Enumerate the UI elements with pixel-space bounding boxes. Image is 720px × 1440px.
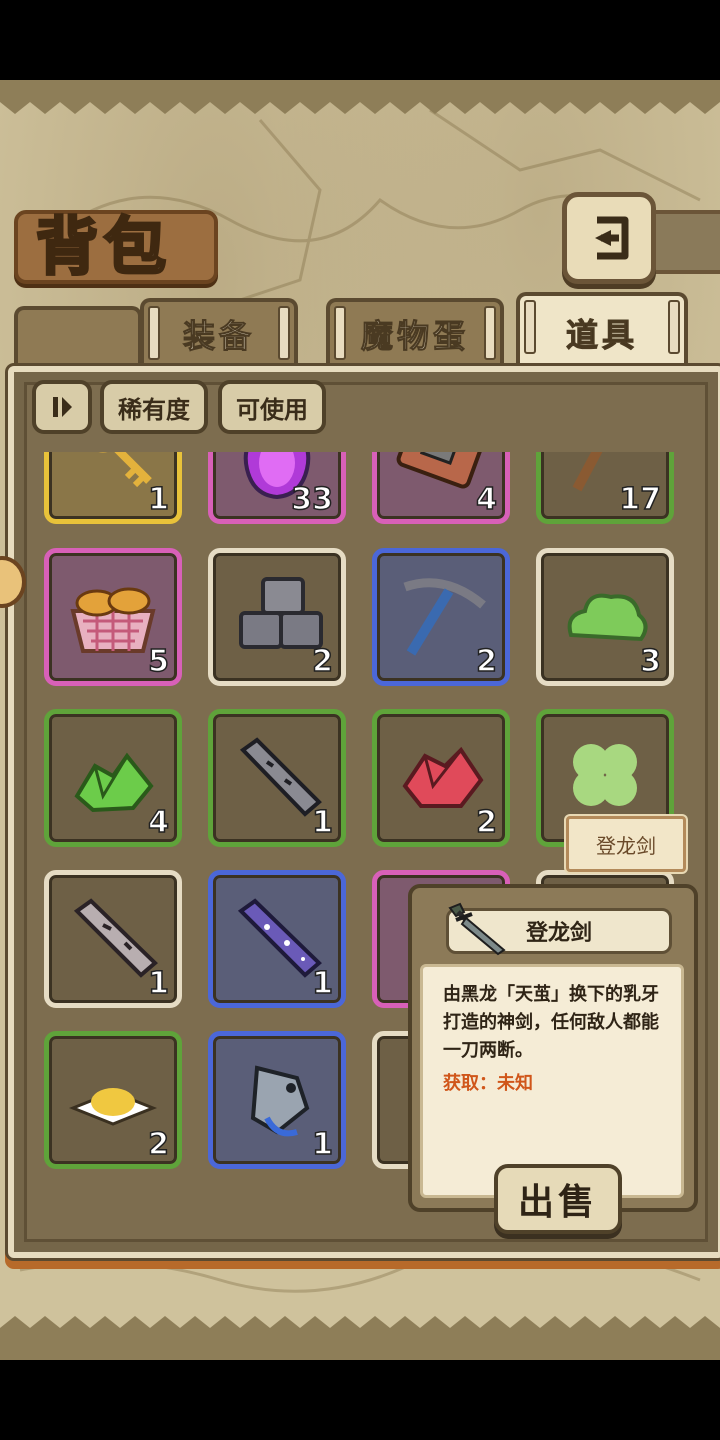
item-count: 3 <box>639 643 661 680</box>
back-button[interactable] <box>562 192 656 284</box>
item-slot[interactable]: 17 <box>536 452 674 524</box>
item-slot[interactable]: 2 <box>208 548 346 686</box>
item-slot[interactable]: 1 <box>44 452 182 524</box>
tab-label: 道具 <box>565 316 638 355</box>
item-slot[interactable]: 2 <box>372 548 510 686</box>
item-slot[interactable]: 4 <box>44 709 182 847</box>
tab-label: 装备 <box>182 317 255 356</box>
tooltip-description: 由黑龙「天茧」换下的乳牙打造的神剑，任何敌人都能一刀两断。 <box>443 984 659 1061</box>
sort-toggle-button[interactable] <box>32 380 92 434</box>
tab-equipment[interactable]: 装备 <box>140 298 298 366</box>
item-count: 2 <box>475 643 497 680</box>
tooltip-body: 由黑龙「天茧」换下的乳牙打造的神剑，任何敌人都能一刀两断。 获取：未知 <box>420 964 684 1198</box>
item-count: 1 <box>311 965 333 1002</box>
tab-pin <box>278 306 290 360</box>
item-count: 17 <box>619 481 662 518</box>
item-slot[interactable]: 1 <box>208 1031 346 1169</box>
item-slot[interactable]: 33 <box>208 452 346 524</box>
tab-pin <box>148 306 160 360</box>
tab-items[interactable]: 道具 <box>516 292 688 370</box>
pause-sort-icon <box>53 397 72 417</box>
item-slot[interactable]: 4 <box>372 452 510 524</box>
backpack-screen: 背包 装备 魔物蛋 道具 稀有度 可使用 1 33 4 17 5 2 2 3 4 1 2 1 1 <box>0 80 720 1360</box>
item-count: 2 <box>147 1126 169 1163</box>
tooltip-source: 获取：未知 <box>443 1073 533 1094</box>
item-slot[interactable]: 2 <box>44 1031 182 1169</box>
item-slot[interactable]: 3 <box>536 548 674 686</box>
usable-filter-button[interactable]: 可使用 <box>218 380 326 434</box>
item-count: 2 <box>311 643 333 680</box>
zigzag-top-border <box>0 80 720 114</box>
page-title: 背包 <box>34 209 173 285</box>
item-count: 1 <box>311 804 333 841</box>
item-count: 33 <box>291 481 334 518</box>
tab-left-stub <box>14 306 142 366</box>
item-count: 2 <box>475 804 497 841</box>
item-count: 4 <box>475 481 497 518</box>
item-count: 4 <box>147 804 169 841</box>
tab-pin <box>484 306 496 360</box>
rarity-filter-button[interactable]: 稀有度 <box>100 380 208 434</box>
item-count: 5 <box>147 643 169 680</box>
back-bar <box>648 210 720 274</box>
item-slot[interactable]: 5 <box>44 548 182 686</box>
tab-pin <box>668 300 680 354</box>
item-tooltip: 登龙剑 由黑龙「天茧」换下的乳牙打造的神剑，任何敌人都能一刀两断。 获取：未知 … <box>408 884 698 1234</box>
item-count: 1 <box>311 1126 333 1163</box>
zigzag-bottom-border <box>0 1316 720 1360</box>
clover-icon <box>573 744 637 806</box>
item-slot[interactable]: 2 <box>372 709 510 847</box>
tab-pin <box>524 300 536 354</box>
item-slot[interactable]: 1 <box>208 709 346 847</box>
item-slot[interactable]: 1 <box>208 870 346 1008</box>
item-slot[interactable]: 1 <box>44 870 182 1008</box>
item-count: 1 <box>147 481 169 518</box>
tab-monster-eggs[interactable]: 魔物蛋 <box>326 298 504 366</box>
tab-pin <box>334 306 346 360</box>
item-count: 1 <box>147 965 169 1002</box>
hover-name-tag: 登龙剑 <box>566 816 686 872</box>
return-arrow-icon <box>595 216 629 260</box>
dragon-sword-icon <box>448 902 506 956</box>
tab-label: 魔物蛋 <box>360 317 469 356</box>
sell-button[interactable]: 出售 <box>494 1164 622 1234</box>
